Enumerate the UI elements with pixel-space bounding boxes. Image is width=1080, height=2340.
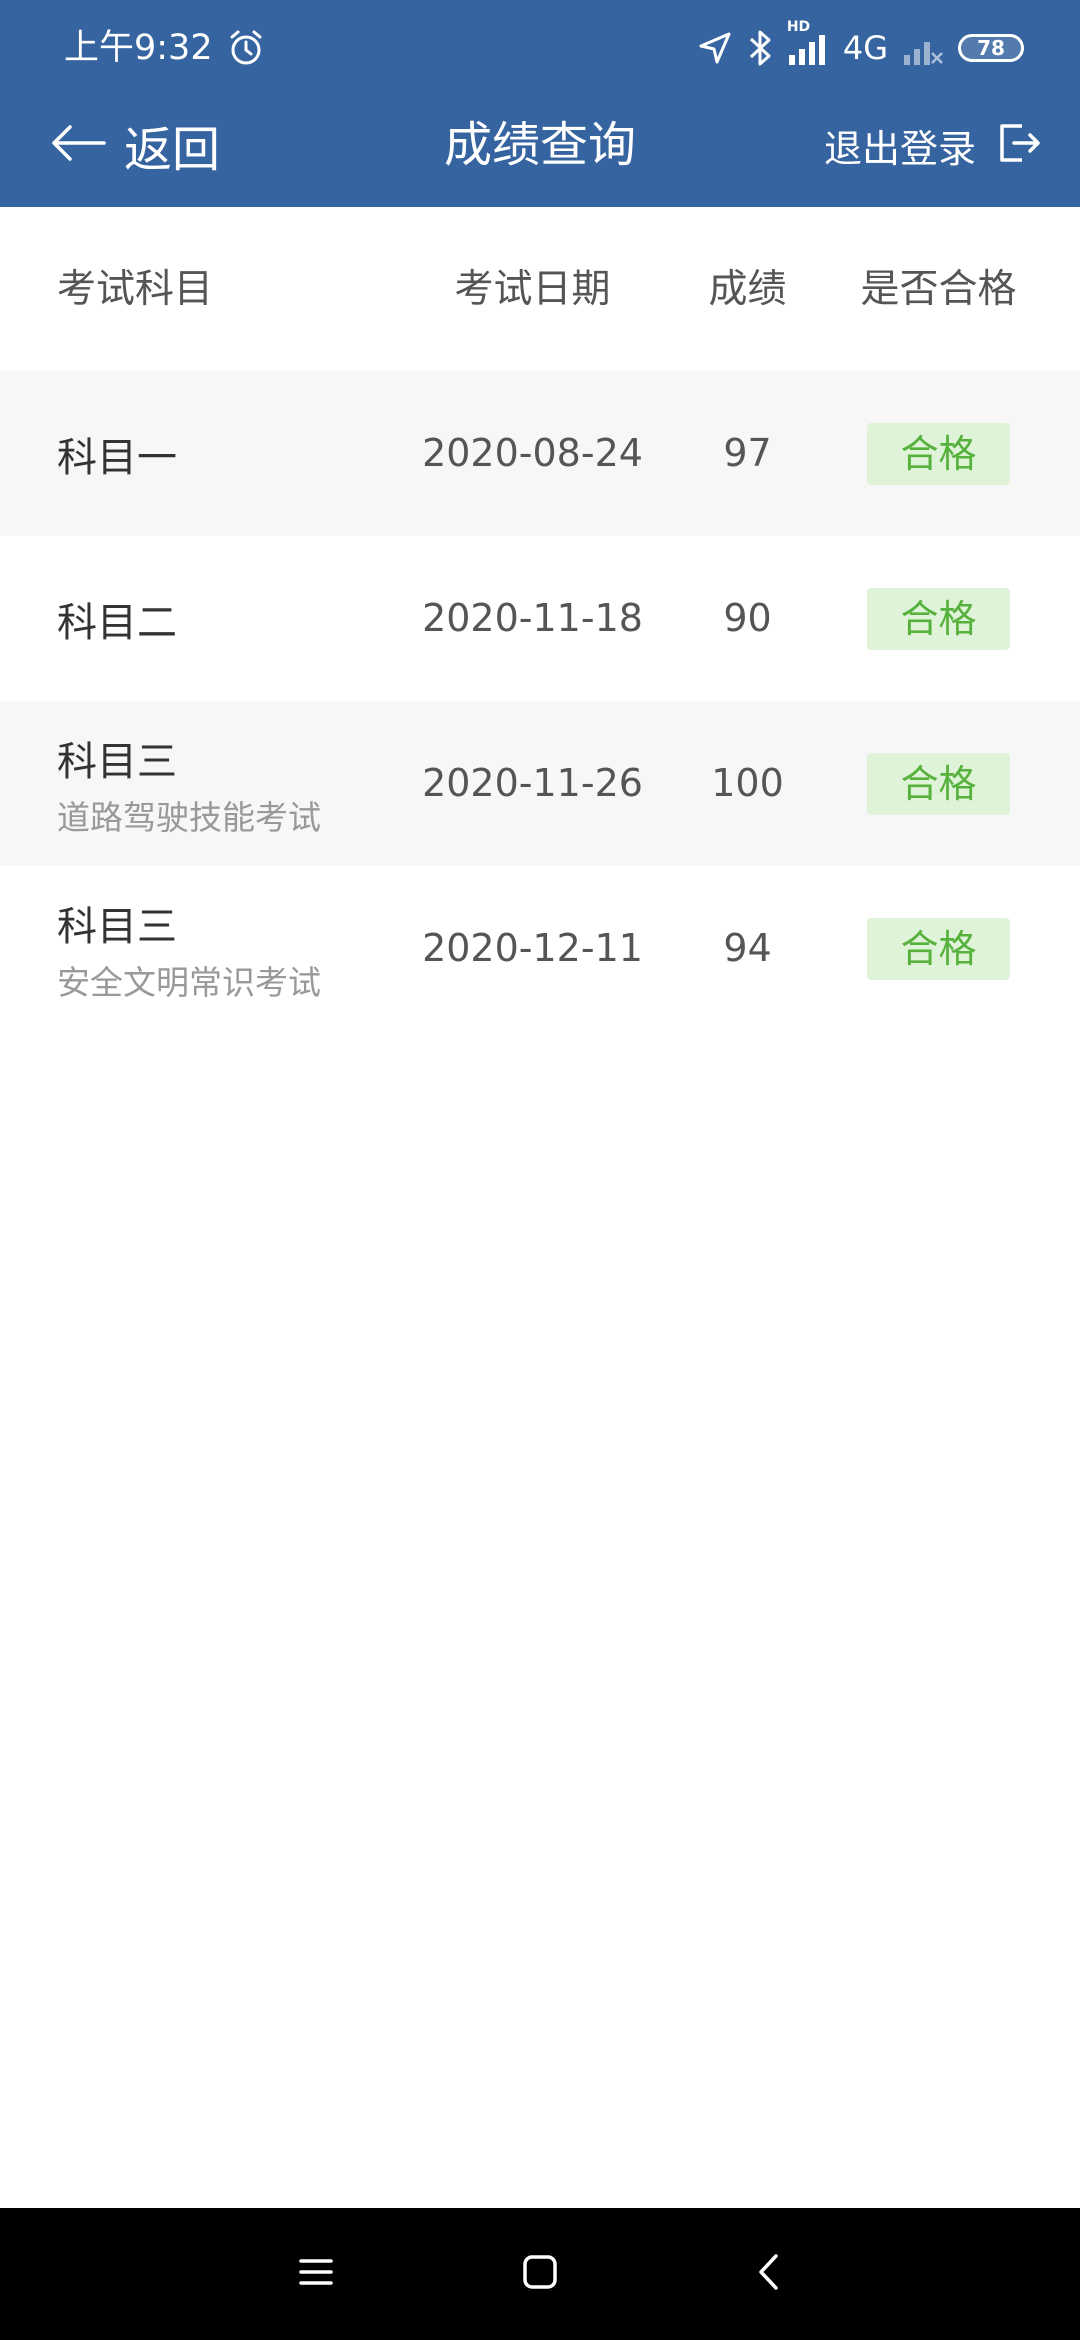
status-badge: 合格 — [867, 587, 1010, 650]
exam-date: 2020-11-18 — [422, 596, 643, 640]
logout-button[interactable]: 退出登录 — [824, 110, 1042, 180]
status-indicators: HD 4G 78 — [697, 19, 1024, 70]
status-badge: 合格 — [867, 752, 1010, 815]
home-icon — [522, 2254, 558, 2294]
exam-date: 2020-12-11 — [422, 926, 643, 970]
subject-name: 科目三 — [57, 903, 177, 950]
logout-icon — [996, 120, 1042, 170]
subject-cell: 科目二 — [57, 536, 177, 701]
pass-cell: 合格 — [830, 536, 1047, 701]
system-back-button[interactable] — [738, 2244, 798, 2304]
column-header-score: 成绩 — [708, 267, 787, 312]
back-arrow-icon — [50, 123, 106, 167]
subject-cell: 科目三 安全文明常识考试 — [57, 866, 321, 1031]
pass-cell: 合格 — [830, 701, 1047, 866]
back-icon — [756, 2253, 780, 2295]
table-row[interactable]: 科目三 安全文明常识考试 2020-12-11 94 合格 — [0, 866, 1080, 1031]
alarm-icon — [226, 28, 266, 68]
status-bar: 上午9:32 HD 4G 78 — [0, 0, 1080, 96]
system-navigation-bar — [0, 2208, 1080, 2340]
hd-label: HD — [786, 19, 811, 35]
battery-icon: 78 — [958, 34, 1024, 62]
table-row[interactable]: 科目二 2020-11-18 90 合格 — [0, 536, 1080, 701]
exam-date: 2020-08-24 — [422, 431, 643, 475]
menu-button[interactable] — [286, 2244, 346, 2304]
column-header-pass: 是否合格 — [860, 267, 1017, 312]
back-button[interactable]: 返回 — [50, 110, 220, 180]
status-badge: 合格 — [867, 422, 1010, 485]
signal-icon: HD — [787, 19, 829, 65]
subject-name: 科目二 — [57, 599, 177, 646]
pass-cell: 合格 — [830, 866, 1047, 1031]
subject-name: 科目一 — [57, 434, 177, 481]
logout-label: 退出登录 — [823, 126, 976, 171]
subject-cell: 科目一 — [57, 371, 177, 536]
network-type: 4G — [842, 29, 888, 67]
pass-cell: 合格 — [830, 371, 1047, 536]
table-row[interactable]: 科目三 道路驾驶技能考试 2020-11-26 100 合格 — [0, 701, 1080, 866]
nav-bar: 返回 成绩查询 退出登录 — [0, 100, 1080, 190]
table-row[interactable]: 科目一 2020-08-24 97 合格 — [0, 371, 1080, 536]
subject-cell: 科目三 道路驾驶技能考试 — [57, 701, 321, 866]
app-header: 上午9:32 HD 4G 78 返回 成绩查询 退出登录 — [0, 0, 1080, 207]
bluetooth-icon — [747, 29, 773, 67]
exam-score: 100 — [711, 761, 784, 805]
home-button[interactable] — [510, 2244, 570, 2304]
subject-subtitle: 道路驾驶技能考试 — [57, 797, 321, 837]
column-header-date: 考试日期 — [454, 267, 611, 312]
status-time: 上午9:32 — [64, 28, 213, 68]
location-arrow-icon — [697, 30, 733, 66]
menu-icon — [299, 2257, 333, 2291]
column-header-subject: 考试科目 — [57, 267, 214, 312]
exam-date: 2020-11-26 — [422, 761, 643, 805]
signal-weak-icon — [902, 31, 944, 65]
subject-name: 科目三 — [57, 738, 177, 785]
status-badge: 合格 — [867, 917, 1010, 980]
exam-score: 94 — [723, 926, 772, 970]
back-label: 返回 — [124, 122, 221, 178]
table-header: 考试科目 考试日期 成绩 是否合格 — [0, 215, 1080, 365]
exam-score: 90 — [723, 596, 772, 640]
subject-subtitle: 安全文明常识考试 — [57, 962, 321, 1002]
exam-score: 97 — [723, 431, 772, 475]
